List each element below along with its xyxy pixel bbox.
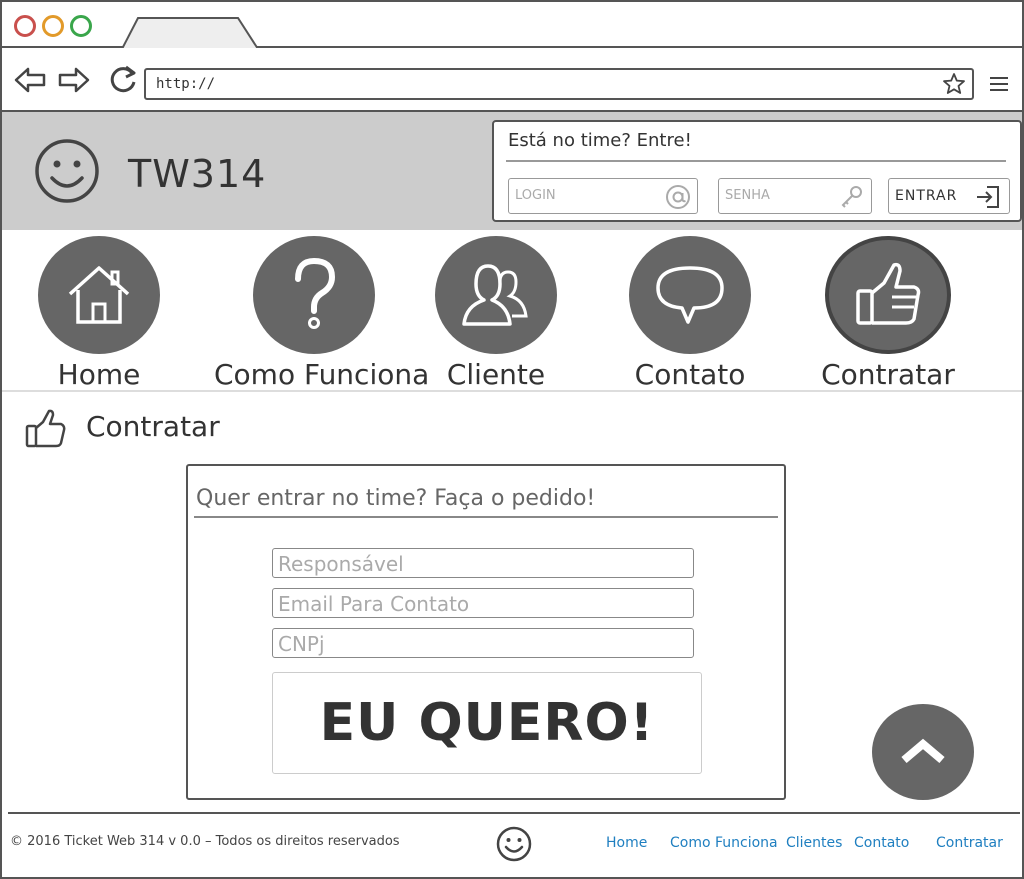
thumbs-up-icon	[25, 409, 66, 448]
nav-circle[interactable]	[629, 236, 751, 354]
main-nav: Home Como Funciona Cliente Contato Contr…	[2, 230, 1022, 392]
url-text: http://	[156, 76, 216, 92]
email-input[interactable]: Email Para Contato	[272, 588, 694, 618]
nav-item-home[interactable]: Home	[38, 236, 160, 391]
nav-label: Contato	[634, 358, 746, 391]
smiley-icon	[496, 826, 532, 862]
nav-item-cliente[interactable]: Cliente	[434, 236, 558, 391]
nav-circle[interactable]	[253, 236, 375, 354]
input-placeholder: Email Para Contato	[278, 592, 470, 616]
footer-link-contato[interactable]: Contato	[854, 835, 909, 851]
url-bar[interactable]: http://	[144, 68, 974, 100]
login-panel: Está no time? Entre! LOGIN SENHA ENTRAR	[492, 120, 1022, 222]
password-input[interactable]: SENHA	[718, 178, 872, 214]
nav-label: Contratar	[821, 358, 955, 391]
form-title: Quer entrar no time? Faça o pedido!	[196, 486, 596, 511]
smiley-logo-icon[interactable]	[34, 138, 100, 204]
speech-bubble-icon	[656, 266, 724, 324]
footer-divider	[8, 812, 1020, 814]
divider	[194, 516, 778, 518]
responsavel-input[interactable]: Responsável	[272, 548, 694, 578]
maximize-window-button[interactable]	[70, 15, 92, 37]
browser-window: http:// TW314 Está no time? Entre! LOGIN	[0, 0, 1024, 879]
divider	[506, 160, 1006, 162]
nav-circle[interactable]	[435, 236, 557, 354]
back-to-top-button[interactable]	[872, 704, 974, 800]
question-icon	[295, 257, 336, 329]
house-icon	[68, 266, 130, 324]
nav-circle[interactable]	[38, 236, 160, 354]
login-placeholder: LOGIN	[515, 188, 556, 203]
submit-request-button[interactable]: EU QUERO!	[272, 672, 702, 774]
nav-label: Como Funciona	[214, 358, 430, 391]
login-title: Está no time? Entre!	[508, 130, 692, 151]
forward-arrow-icon[interactable]	[58, 66, 90, 94]
login-submit-label: ENTRAR	[895, 188, 958, 204]
input-placeholder: CNPj	[278, 632, 325, 656]
reload-icon[interactable]	[106, 63, 140, 97]
site-header: TW314 Está no time? Entre! LOGIN SENHA E…	[2, 112, 1022, 230]
cnpj-input[interactable]: CNPj	[272, 628, 694, 658]
users-icon	[462, 264, 528, 326]
footer-link-contratar[interactable]: Contratar	[936, 835, 1003, 851]
key-icon	[841, 186, 862, 208]
hamburger-menu-icon[interactable]	[990, 76, 1008, 92]
browser-titlebar	[2, 2, 1022, 50]
login-input[interactable]: LOGIN	[508, 178, 698, 214]
nav-item-contato[interactable]: Contato	[628, 236, 752, 391]
nav-label: Cliente	[446, 358, 546, 391]
copyright-text: © 2016 Ticket Web 314 v 0.0 – Todos os d…	[10, 834, 400, 849]
back-arrow-icon[interactable]	[14, 66, 46, 94]
bookmark-star-icon[interactable]	[942, 72, 966, 96]
password-placeholder: SENHA	[725, 188, 770, 203]
input-placeholder: Responsável	[278, 552, 404, 576]
footer-link-como-funciona[interactable]: Como Funciona	[670, 835, 778, 851]
submit-request-label: EU QUERO!	[319, 693, 655, 753]
minimize-window-button[interactable]	[42, 15, 64, 37]
page-title: Contratar	[86, 410, 220, 443]
nav-item-como-funciona[interactable]: Como Funciona	[214, 236, 430, 391]
brand-name[interactable]: TW314	[128, 152, 266, 196]
browser-tab[interactable]	[120, 16, 260, 50]
sign-in-icon	[977, 186, 999, 208]
login-submit-button[interactable]: ENTRAR	[888, 178, 1010, 214]
thumbs-up-icon	[856, 262, 921, 325]
at-sign-icon	[666, 185, 690, 209]
close-window-button[interactable]	[14, 15, 36, 37]
footer-link-clientes[interactable]: Clientes	[786, 835, 842, 851]
request-form-card: Quer entrar no time? Faça o pedido! Resp…	[186, 464, 786, 800]
footer-link-home[interactable]: Home	[606, 835, 647, 851]
nav-circle-active[interactable]	[825, 236, 951, 354]
chevron-up-icon	[901, 738, 945, 764]
browser-navbar: http://	[2, 48, 1022, 112]
nav-item-contratar[interactable]: Contratar	[818, 236, 958, 391]
nav-label: Home	[57, 358, 141, 391]
